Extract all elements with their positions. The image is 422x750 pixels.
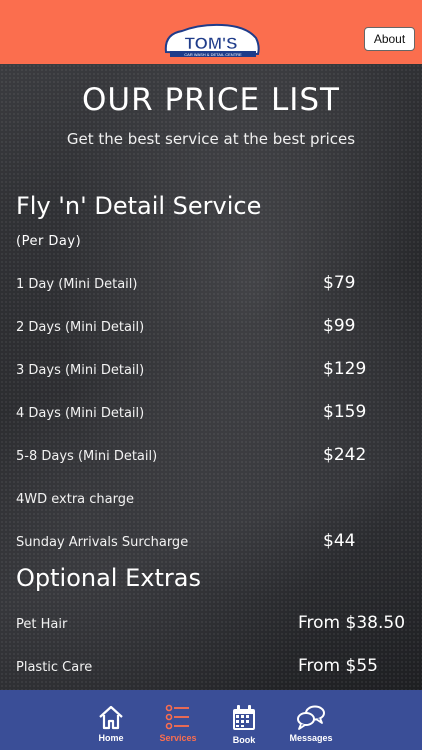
price-row-label: 3 Days (Mini Detail) [16,363,145,378]
price-row-value: $79 [323,273,356,293]
svg-text:CAR WASH & DETAIL CENTRE: CAR WASH & DETAIL CENTRE [184,52,242,57]
app-header: TOM'S CAR WASH & DETAIL CENTRE About [0,0,422,64]
price-row-label: 4 Days (Mini Detail) [16,406,145,421]
about-button[interactable]: About [364,27,415,51]
price-row-label: 4WD extra charge [16,492,134,507]
price-row-value: $242 [323,445,367,465]
price-list-content[interactable]: OUR PRICE LIST Get the best service at t… [0,64,422,690]
price-row-value: $99 [323,316,356,336]
price-row-value: From $38.50 [298,613,406,633]
price-row-label: 5-8 Days (Mini Detail) [16,449,158,464]
home-icon [99,705,123,730]
price-row-label: 1 Day (Mini Detail) [16,277,138,292]
section-title-optional-extras: Optional Extras [16,564,201,592]
tab-services-label: Services [159,733,197,743]
calendar-icon [233,705,255,730]
tab-home[interactable]: Home [76,690,146,750]
tab-messages[interactable]: Messages [276,690,346,750]
tab-home-label: Home [98,733,124,743]
price-row-value: $159 [323,402,367,422]
tab-messages-label: Messages [289,733,333,743]
list-icon [165,704,189,730]
bottom-tab-bar: Home Services Book Messages [0,690,422,750]
chat-bubbles-icon [297,705,325,730]
price-row-label: Sunday Arrivals Surcharge [16,535,189,550]
per-day-note: (Per Day) [16,234,82,249]
page-subtitle: Get the best service at the best prices [66,130,356,148]
price-row-value: $44 [323,531,356,551]
tab-services[interactable]: Services [143,690,213,750]
tab-book-label: Book [232,735,256,745]
price-row-value: From $55 [298,656,378,676]
svg-text:TOM'S: TOM'S [185,34,238,53]
section-title-fly-n-detail: Fly 'n' Detail Service [16,192,262,220]
price-row-label: Plastic Care [16,660,93,675]
price-row-value: $129 [323,359,367,379]
price-row-label: Pet Hair [16,617,68,632]
toms-logo: TOM'S CAR WASH & DETAIL CENTRE [164,23,260,57]
page-title: OUR PRICE LIST [82,82,340,118]
tab-book[interactable]: Book [209,690,279,750]
price-row-label: 2 Days (Mini Detail) [16,320,145,335]
